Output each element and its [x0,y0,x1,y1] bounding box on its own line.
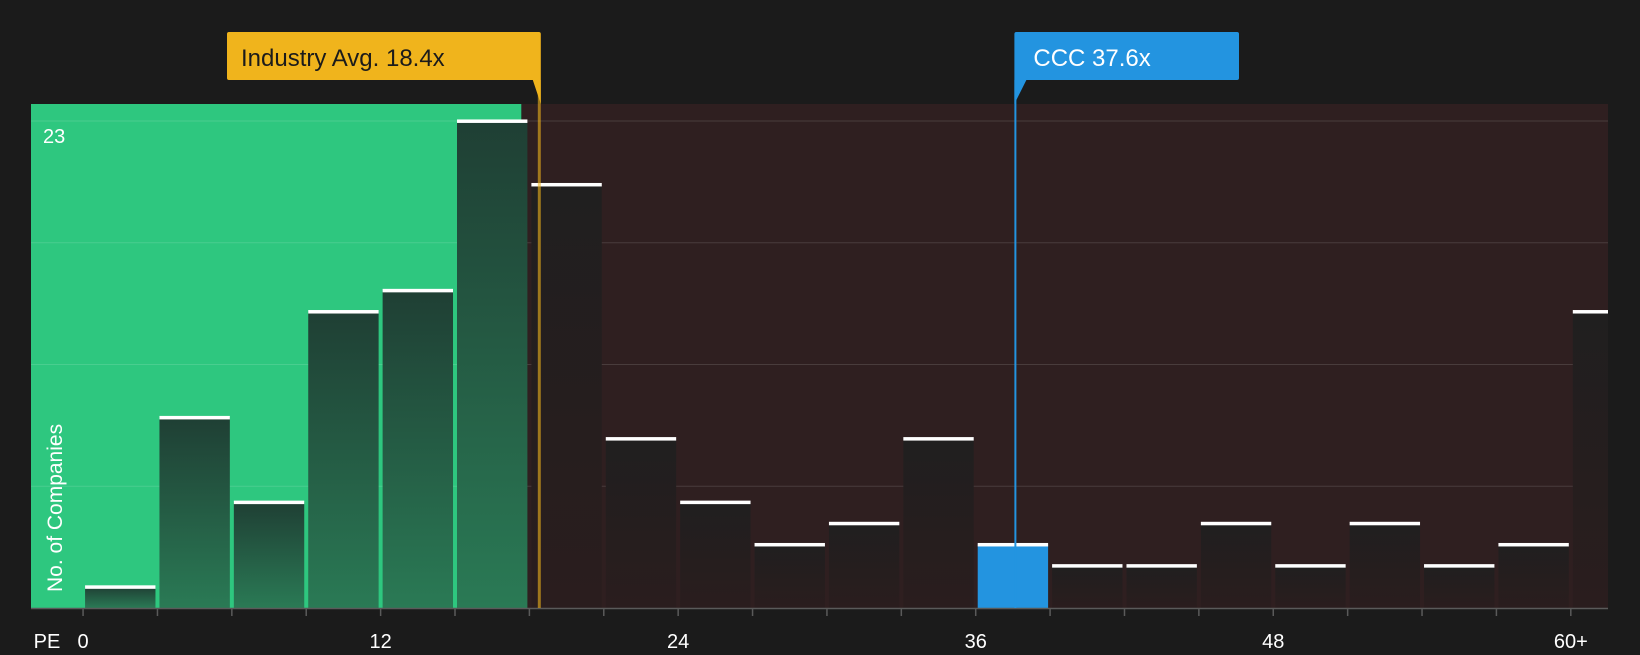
pe-distribution-chart: 0 12 24 36 48 60+ 23 No. of Companies PE Indu… [0,0,1640,653]
bar-cap [828,521,900,526]
bar-cap [1572,310,1608,314]
histogram-bar [233,502,305,608]
bar-cap [308,310,379,314]
x-tick-label: 60+ [1554,631,1588,650]
bar-cap [531,182,602,187]
bar-cap [1498,542,1569,547]
histogram-bar [1424,565,1495,608]
y-axis-title: No. of Companies [44,424,67,592]
x-axis-ticks: 0 12 24 36 48 60+ [78,608,1588,653]
histogram-bar [1200,523,1272,608]
histogram-bar [1349,523,1421,608]
bar-cap [754,542,825,547]
histogram-bar [1126,565,1197,608]
bar-cap [1200,521,1272,526]
bar-cap [1424,564,1495,568]
histogram-bar [531,184,602,608]
histogram-bar [605,438,677,608]
histogram-bar [1052,565,1123,608]
y-max-label: 23 [43,126,65,148]
bar-cap [159,415,230,420]
histogram-bar [828,523,900,608]
bar-cap [1275,564,1346,568]
bar-cap [1126,564,1197,568]
bar-cap [903,437,974,441]
company-pe-label: CCC 37.6x [1033,45,1150,72]
chart-svg: 0 12 24 36 48 60+ 23 No. of Companies PE Indu… [31,32,1608,653]
histogram-bar [754,544,825,608]
bar-cap [85,585,156,589]
histogram-bar [308,311,379,608]
histogram-bar [1498,544,1569,608]
x-tick-label: 0 [78,631,89,650]
histogram-bar [159,417,230,608]
x-tick-label: 24 [667,631,689,650]
industry-avg-label: Industry Avg. 18.4x [241,45,445,72]
histogram-bar [977,544,1049,608]
x-tick-label: 48 [1262,631,1284,650]
histogram-bar [1275,565,1346,608]
bar-cap [457,119,528,123]
bar-cap [977,542,1049,547]
histogram-bar [85,586,156,608]
x-tick-label: 12 [369,631,391,650]
bar-cap [233,500,305,505]
x-tick-label: 36 [965,631,987,650]
histogram-bar [903,438,974,608]
histogram-bar [1572,311,1608,608]
bar-cap [382,288,454,293]
histogram-bar [457,120,528,609]
bar-cap [1349,521,1421,526]
histogram-bar [382,290,454,608]
bar-cap [605,437,677,441]
histogram-bar [680,502,751,608]
x-axis-title: PE [34,631,61,650]
bar-cap [1052,564,1123,568]
bar-cap [680,500,751,505]
